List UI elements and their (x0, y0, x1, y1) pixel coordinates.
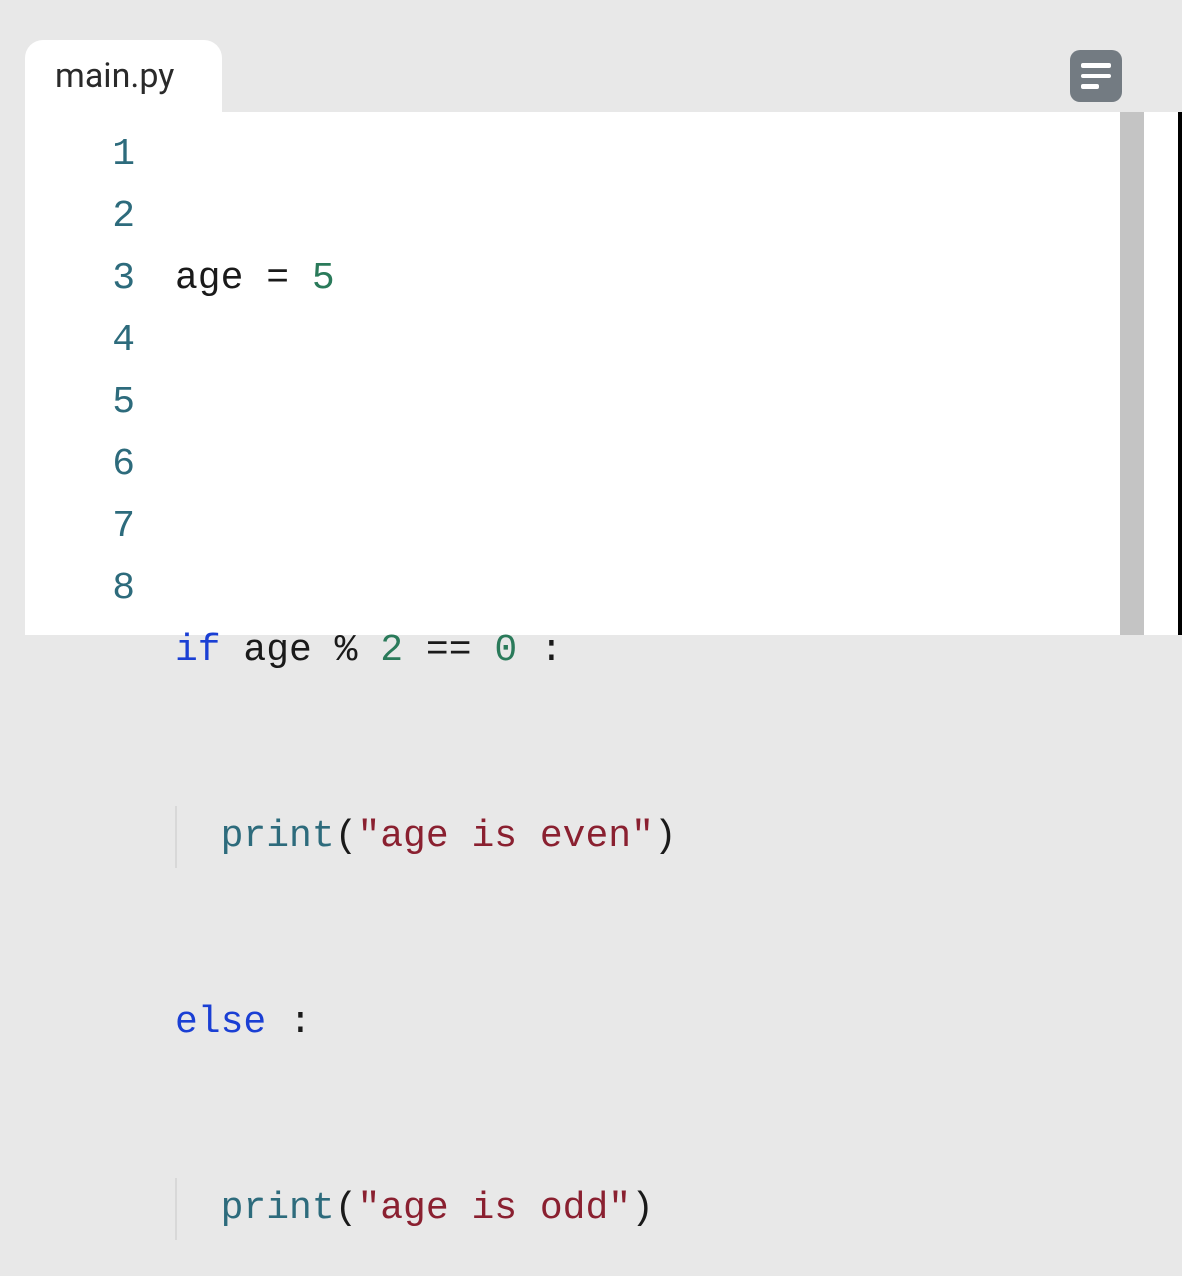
colon: : (540, 620, 563, 682)
tab-bar: main.py (25, 40, 1182, 112)
tab-filename: main.py (55, 56, 174, 96)
line-number: 5 (25, 372, 135, 434)
number-literal: 2 (380, 620, 403, 682)
identifier: age (175, 248, 243, 310)
keyword: else (175, 992, 266, 1054)
identifier: age (243, 620, 311, 682)
code-line-4: print("age is even") (175, 806, 1182, 868)
code-line-5: else : (175, 992, 1182, 1054)
string-literal: "age is even" (357, 806, 653, 868)
editor-body: 1 2 3 4 5 6 7 8 age = 5 if age % 2 == 0 … (25, 112, 1182, 635)
line-number: 4 (25, 310, 135, 372)
code-line-3: if age % 2 == 0 : (175, 620, 1182, 682)
line-number: 8 (25, 558, 135, 620)
editor-container: main.py 1 2 3 4 5 6 7 8 age = 5 if age %… (0, 0, 1182, 638)
code-line-6: print("age is odd") (175, 1178, 1182, 1240)
paren: ) (654, 806, 677, 868)
line-number: 6 (25, 434, 135, 496)
border-right (1178, 112, 1182, 635)
colon: : (289, 992, 312, 1054)
scrollbar-vertical[interactable] (1120, 112, 1144, 635)
operator: = (266, 248, 289, 310)
paren: ) (631, 1178, 654, 1240)
string-literal: "age is odd" (357, 1178, 631, 1240)
number-literal: 5 (312, 248, 335, 310)
line-number: 7 (25, 496, 135, 558)
line-number: 3 (25, 248, 135, 310)
builtin-function: print (221, 1178, 335, 1240)
keyword: if (175, 620, 221, 682)
operator: == (426, 620, 472, 682)
code-line-2 (175, 434, 1182, 496)
paren: ( (335, 806, 358, 868)
code-line-1: age = 5 (175, 248, 1182, 310)
line-number: 1 (25, 124, 135, 186)
paren: ( (335, 1178, 358, 1240)
code-area[interactable]: age = 5 if age % 2 == 0 : print("age is … (153, 112, 1182, 635)
line-number: 2 (25, 186, 135, 248)
line-number-gutter: 1 2 3 4 5 6 7 8 (25, 112, 153, 635)
operator: % (335, 620, 358, 682)
file-tab[interactable]: main.py (25, 40, 222, 112)
builtin-function: print (221, 806, 335, 868)
number-literal: 0 (494, 620, 517, 682)
